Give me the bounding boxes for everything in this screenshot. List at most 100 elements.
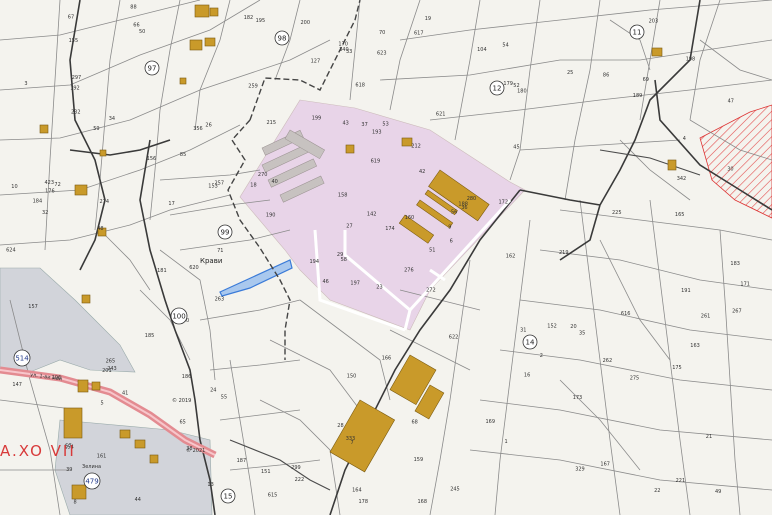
parcel-number: 333 bbox=[346, 436, 356, 442]
parcel-number: 175 bbox=[672, 365, 682, 371]
svg-text:12: 12 bbox=[493, 85, 502, 93]
parcel-number: 232 bbox=[71, 109, 81, 115]
parcel-number: 265 bbox=[106, 359, 116, 365]
circled-number: 11 bbox=[629, 24, 645, 40]
parcel-number: 155 bbox=[69, 38, 79, 44]
parcel-number: 66 bbox=[133, 23, 139, 29]
parcel-number: 142 bbox=[367, 211, 377, 217]
circled-number: 100 bbox=[170, 307, 188, 325]
parcel-number: 193 bbox=[372, 129, 382, 135]
parcel-number: 43 bbox=[343, 120, 349, 126]
parcel-number: 615 bbox=[268, 493, 278, 499]
parcel-number: 621 bbox=[436, 112, 446, 118]
parcel-number: 47 bbox=[728, 99, 734, 105]
svg-text:97: 97 bbox=[148, 65, 157, 73]
parcel-number: 180 bbox=[517, 88, 527, 94]
parcel-number: 13 bbox=[207, 482, 213, 488]
parcel-number: 42 bbox=[419, 169, 425, 175]
parcel-number: 2 bbox=[540, 353, 543, 359]
parcel-number: 186 bbox=[182, 374, 192, 380]
circled-number: 12 bbox=[489, 80, 505, 96]
parcel-number: 5 bbox=[101, 401, 104, 407]
parcel-number: 270 bbox=[258, 172, 268, 178]
parcel-number: 46 bbox=[323, 279, 329, 285]
parcel-number: 16 bbox=[524, 373, 530, 379]
cadastral-map[interactable]: 23 59 58 57 56 55 54 53 52 51 50 49 48 47 46 45 44 43 42 41… bbox=[0, 0, 772, 515]
parcel-number: 267 bbox=[732, 309, 742, 315]
parcel-number: 162 bbox=[506, 253, 516, 259]
parcel-number: 221 bbox=[676, 478, 686, 484]
map-canvas[interactable]: 2359585756555453525150494847464544434241… bbox=[0, 0, 772, 515]
parcel-number: 3 bbox=[24, 81, 27, 87]
parcel-number: 85 bbox=[180, 152, 186, 158]
parcel-number: 617 bbox=[414, 30, 424, 36]
parcel-number: 156 bbox=[147, 156, 157, 162]
parcel-number: 160 bbox=[405, 215, 415, 221]
parcel-number: 51 bbox=[429, 248, 435, 254]
parcel-number: 618 bbox=[355, 82, 365, 88]
parcel-number: 104 bbox=[477, 47, 487, 53]
parcel-number: 8 bbox=[74, 499, 77, 505]
parcel-number: 158 bbox=[338, 193, 348, 199]
parcel-number: 329 bbox=[575, 466, 585, 472]
parcel-number: 185 bbox=[145, 333, 155, 339]
parcel-number: 1 bbox=[505, 439, 508, 445]
parcel-number: 30 bbox=[727, 167, 733, 173]
parcel-number: 342 bbox=[677, 176, 687, 182]
parcel-number: 263 bbox=[215, 297, 225, 303]
parcel-number: 67 bbox=[68, 15, 74, 21]
parcel-number: 49 bbox=[715, 489, 721, 495]
parcel-number: 299 bbox=[291, 465, 301, 471]
parcel-number: 44 bbox=[135, 497, 141, 503]
parcel-number: 198 bbox=[686, 56, 696, 62]
parcel-number: 19 bbox=[425, 16, 431, 22]
parcel-number: 35 bbox=[579, 330, 585, 336]
parcel-number: 194 bbox=[310, 259, 320, 265]
parcel-number: 620 bbox=[189, 265, 199, 271]
parcel-number: 623 bbox=[377, 51, 387, 57]
parcel-number: 275 bbox=[630, 376, 640, 382]
parcel-number: 65 bbox=[180, 419, 186, 425]
place-label: Крави bbox=[200, 257, 222, 265]
parcel-number: 172 bbox=[499, 200, 509, 206]
parcel-number: 169 bbox=[486, 419, 496, 425]
parcel-number: 88 bbox=[130, 5, 136, 11]
parcel-number: 622 bbox=[449, 335, 459, 341]
parcel-number: 22 bbox=[654, 488, 660, 494]
svg-text:479: 479 bbox=[85, 478, 98, 486]
parcel-number: 151 bbox=[261, 469, 271, 475]
circled-number: 14 bbox=[522, 334, 538, 350]
parcel-number: 199 bbox=[312, 116, 322, 122]
parcel-number: 71 bbox=[217, 248, 223, 254]
parcel-number: 182 bbox=[244, 15, 254, 21]
parcel-number: 197 bbox=[350, 281, 360, 287]
parcel-number: 274 bbox=[100, 199, 110, 205]
parcel-number: 423 bbox=[45, 180, 55, 186]
parcel-number: 181 bbox=[157, 268, 167, 274]
parcel-number: 37 bbox=[361, 122, 367, 128]
parcel-number: 31 bbox=[520, 327, 526, 333]
road-name-2: Зелина bbox=[82, 464, 101, 470]
circled-number: 99 bbox=[217, 224, 233, 240]
parcel-number: 195 bbox=[256, 18, 266, 24]
parcel-number: 340 bbox=[339, 47, 349, 53]
parcel-number: 189 bbox=[633, 93, 643, 99]
parcel-number: 10 bbox=[11, 184, 17, 190]
parcel-number: 29 bbox=[337, 252, 343, 258]
parcel-number: 257 bbox=[215, 180, 225, 186]
parcel-number: 178 bbox=[359, 499, 369, 505]
parcel-number: 176 bbox=[45, 189, 55, 195]
circled-number: 98 bbox=[274, 30, 290, 46]
parcel-number: 174 bbox=[385, 226, 395, 232]
parcel-number: 183 bbox=[730, 261, 740, 267]
parcel-number: 147 bbox=[12, 382, 22, 388]
svg-text:15: 15 bbox=[224, 493, 233, 501]
svg-text:514: 514 bbox=[15, 355, 29, 363]
circled-number: 97 bbox=[144, 60, 160, 76]
parcel-number: 18 bbox=[250, 183, 256, 189]
parcel-number: 4 bbox=[683, 136, 686, 142]
parcel-number: 243 bbox=[107, 366, 117, 372]
parcel-number: 40 bbox=[272, 179, 278, 185]
parcel-number: 187 bbox=[237, 458, 247, 464]
parcel-number: 58 bbox=[341, 257, 347, 263]
